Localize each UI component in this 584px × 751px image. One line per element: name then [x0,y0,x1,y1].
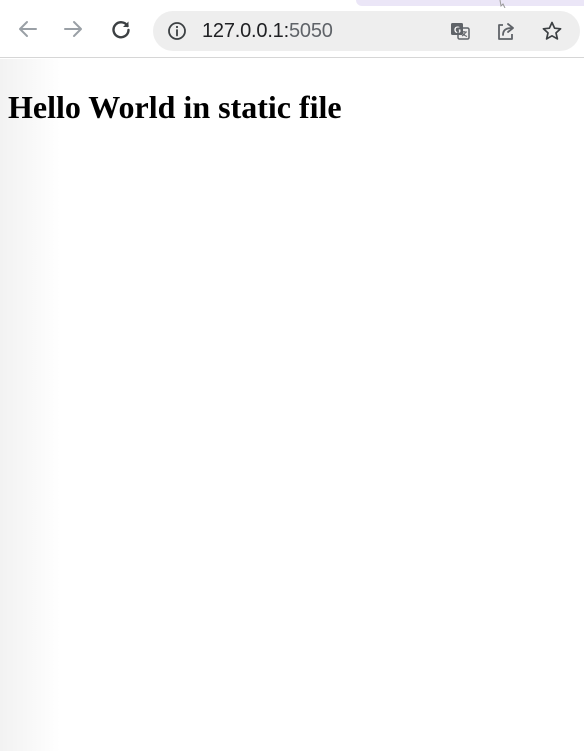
translate-icon[interactable]: G [448,19,472,43]
reload-button[interactable] [106,14,136,44]
page-content: Hello World in static file [0,59,584,751]
page-heading: Hello World in static file [8,89,342,125]
url-text[interactable]: 127.0.0.1:5050 [202,20,333,42]
browser-toolbar: 127.0.0.1:5050 G [0,0,584,58]
share-icon[interactable] [494,19,518,43]
star-icon[interactable] [540,19,564,43]
back-arrow-icon [19,21,37,37]
reload-icon [112,21,130,39]
url-port: 5050 [288,20,333,42]
back-button[interactable] [13,14,43,44]
forward-arrow-icon [64,21,82,37]
mouse-cursor-icon [499,0,506,8]
tab-strip-edge [356,0,584,6]
info-icon[interactable] [166,20,188,42]
forward-button[interactable] [58,14,88,44]
url-host: 127.0.0.1: [202,20,289,42]
address-bar[interactable]: 127.0.0.1:5050 G [153,11,580,51]
